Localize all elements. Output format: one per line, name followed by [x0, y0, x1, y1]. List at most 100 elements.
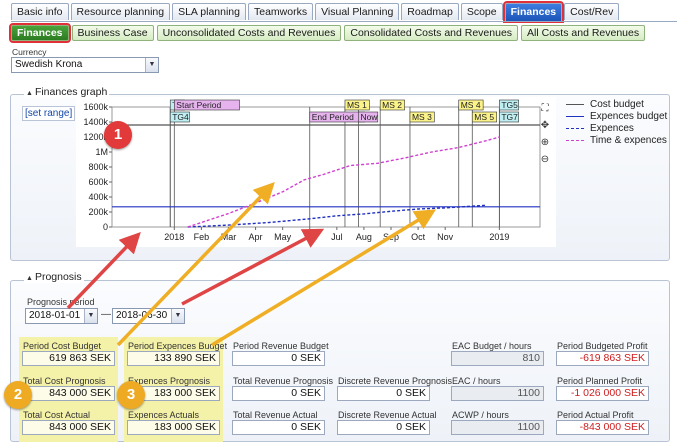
tab-roadmap[interactable]: Roadmap: [401, 3, 459, 20]
badge-three: 3: [117, 381, 145, 409]
period-expences-budget-label: Period Expences Budget: [128, 341, 228, 351]
collapse-caret-icon: ▲: [26, 90, 33, 97]
total-revenue-prognosis-value[interactable]: 0 SEK: [232, 386, 325, 401]
period-separator: —: [101, 309, 111, 320]
tab-visual-planning[interactable]: Visual Planning: [315, 3, 400, 20]
zoom-out-icon[interactable]: ⊖: [539, 154, 551, 166]
discrete-revenue-prognosis-value[interactable]: 0 SEK: [337, 386, 430, 401]
period-to-value: 2018-06-30: [116, 310, 168, 321]
legend-swatch: [566, 139, 584, 141]
badge-one: 1: [104, 121, 132, 149]
zoom-in-icon[interactable]: ⊕: [539, 137, 551, 149]
tab-scope[interactable]: Scope: [460, 3, 503, 20]
period-actual-profit-label: Period Actual Profit: [557, 410, 634, 420]
y-tick-label: 1M: [95, 147, 108, 157]
subtab-consolidated[interactable]: Consolidated Costs and Revenues: [344, 25, 519, 41]
y-tick-label: 400k: [88, 192, 108, 202]
prognosis-period-label: Prognosis period: [27, 297, 95, 307]
subtab-business-case[interactable]: Business Case: [71, 25, 154, 41]
x-tick-label: 2019: [489, 232, 509, 242]
y-tick-label: 800k: [88, 162, 108, 172]
milestone-label: MS 1: [347, 100, 367, 110]
subtab-unconsolidated[interactable]: Unconsolidated Costs and Revenues: [156, 25, 342, 41]
currency-select[interactable]: Swedish Krona ▼: [11, 57, 159, 73]
y-tick-label: 200k: [88, 207, 108, 217]
eac-budget-hours-label: EAC Budget / hours: [452, 341, 532, 351]
tab-sla-planning[interactable]: SLA planning: [172, 3, 246, 20]
subtab-all-costs[interactable]: All Costs and Revenues: [521, 25, 646, 41]
legend-item: Time & expences: [566, 134, 667, 146]
period-revenue-budget-label: Period Revenue Budget: [233, 341, 329, 351]
period-to-select[interactable]: 2018-06-30 ▼: [112, 308, 185, 324]
tab-resource-planning[interactable]: Resource planning: [70, 3, 171, 20]
x-tick-label: Apr: [249, 232, 263, 242]
expences-actuals-value: 183 000 SEK: [127, 420, 220, 435]
series-line: [187, 136, 500, 228]
period-planned-profit-label: Period Planned Profit: [557, 376, 643, 386]
tab-cost-rev[interactable]: Cost/Rev: [564, 3, 620, 20]
acwp-hours-value: 1100: [451, 420, 544, 435]
period-from-select[interactable]: 2018-01-01 ▼: [25, 308, 98, 324]
period-planned-profit-value: -1 026 000 SEK: [556, 386, 649, 401]
period-cost-budget-label: Period Cost Budget: [23, 341, 102, 351]
eac-hours-value: 1100: [451, 386, 544, 401]
pan-icon[interactable]: ✥: [539, 120, 551, 132]
x-tick-label: Mar: [221, 232, 237, 242]
eac-budget-hours-value: 810: [451, 351, 544, 366]
milestone-label: MS 5: [474, 112, 494, 122]
milestone-label: Now: [361, 112, 379, 122]
legend-label: Expences: [590, 122, 634, 134]
total-cost-actual-value: 843 000 SEK: [22, 420, 115, 435]
badge-two: 2: [4, 381, 32, 409]
total-revenue-prognosis-label: Total Revenue Prognosis: [233, 376, 334, 386]
set-range-link[interactable]: [set range]: [22, 106, 76, 121]
discrete-revenue-prognosis-label: Discrete Revenue Prognosis: [338, 376, 453, 386]
legend-swatch: [566, 115, 584, 117]
period-revenue-budget-value: 0 SEK: [232, 351, 325, 366]
tab-finances[interactable]: Finances: [502, 1, 565, 23]
finances-chart: 1600k1400k1200k1M800k600k400k200k02018 Fe…: [83, 99, 541, 242]
total-revenue-actual-value: 0 SEK: [232, 420, 325, 435]
milestone-label: TG4: [172, 112, 189, 122]
milestone-label: End Period: [312, 112, 354, 122]
prognosis-title[interactable]: ▲ Prognosis: [24, 271, 84, 283]
collapse-caret-icon: ▲: [26, 275, 33, 282]
period-budgeted-profit-label: Period Budgeted Profit: [557, 341, 648, 351]
x-tick-label: Oct: [411, 232, 426, 242]
discrete-revenue-actual-label: Discrete Revenue Actual: [338, 410, 437, 420]
milestone-label: TG7: [501, 112, 518, 122]
legend-item: Expences budget: [566, 110, 667, 122]
discrete-revenue-actual-value: 0 SEK: [337, 420, 430, 435]
period-expences-budget-value: 133 890 SEK: [127, 351, 220, 366]
milestone-label: MS 3: [412, 112, 432, 122]
legend-item: Cost budget: [566, 98, 667, 110]
milestone-label: MS 4: [461, 100, 481, 110]
chevron-down-icon: ▼: [145, 58, 158, 72]
legend-label: Time & expences: [590, 134, 667, 146]
y-tick-label: 600k: [88, 177, 108, 187]
x-tick-label: Nov: [437, 232, 454, 242]
acwp-hours-label: ACWP / hours: [452, 410, 509, 420]
period-cost-budget-value: 619 863 SEK: [22, 351, 115, 366]
top-tab-bar: Basic info Resource planning SLA plannin…: [11, 1, 620, 23]
chart-legend: Cost budget Expences budget Expences Tim…: [566, 98, 667, 146]
total-cost-prognosis-value[interactable]: 843 000 SEK: [22, 386, 115, 401]
tab-bar-divider: [11, 21, 677, 22]
subtab-finances[interactable]: Finances: [9, 23, 71, 43]
x-tick-label: 2018: [164, 232, 184, 242]
eac-hours-label: EAC / hours: [452, 376, 501, 386]
legend-item: Expences: [566, 122, 667, 134]
legend-swatch: [566, 127, 584, 129]
legend-label: Expences budget: [590, 110, 668, 122]
currency-label: Currency: [12, 47, 47, 57]
tab-teamworks[interactable]: Teamworks: [247, 3, 314, 20]
sub-tab-bar: Finances Business Case Unconsolidated Co…: [9, 23, 646, 43]
prognosis-title-text: Prognosis: [34, 271, 82, 283]
chart-area: 1600k 1400k 1200k 1M 800k 600k 400k 200k 0 2018 Fe…: [76, 97, 556, 247]
expences-actuals-label: Expences Actuals: [128, 410, 200, 420]
legend-swatch: [566, 103, 584, 105]
tab-basic-info[interactable]: Basic info: [11, 3, 69, 20]
x-tick-label: Jul: [331, 232, 343, 242]
fullscreen-icon[interactable]: ⛶: [539, 103, 551, 115]
period-budgeted-profit-value: -619 863 SEK: [556, 351, 649, 366]
